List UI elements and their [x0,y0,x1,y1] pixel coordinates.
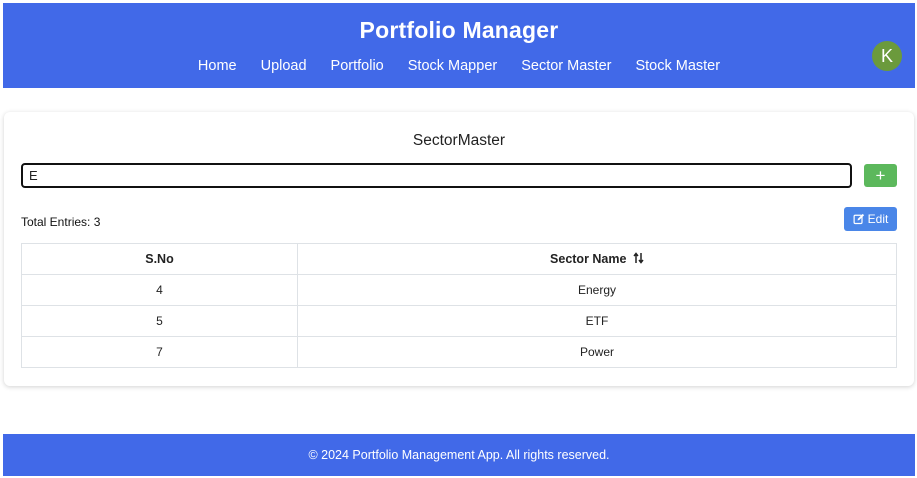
card-title: SectorMaster [412,132,506,149]
add-sector-button[interactable]: + [864,164,897,187]
cell-sno: 4 [21,274,298,306]
cell-sno: 7 [21,336,298,368]
column-header-sector-name-label: Sector Name [550,252,627,266]
sort-icon[interactable] [633,252,644,264]
nav-stock-mapper[interactable]: Stock Mapper [396,58,509,74]
table-row: 5 ETF [21,305,897,337]
cell-sector-name: ETF [297,305,897,337]
edit-button-label: Edit [867,212,889,226]
cell-sector-name: Power [297,336,897,368]
footer-text: © 2024 Portfolio Management App. All rig… [308,448,610,462]
table-header-row: S.No Sector Name [21,243,897,275]
main-nav: Home Upload Portfolio Stock Mapper Secto… [3,58,915,74]
nav-portfolio[interactable]: Portfolio [319,58,396,74]
user-avatar[interactable]: K [872,41,902,71]
sector-master-card: SectorMaster + Total Entries: 3 Edit S.N… [4,112,914,386]
page: Portfolio Manager Home Upload Portfolio … [0,0,917,478]
total-entries: Total Entries: 3 [21,215,101,229]
nav-upload[interactable]: Upload [249,58,319,74]
nav-sector-master[interactable]: Sector Master [509,58,623,74]
column-header-sno: S.No [21,243,298,275]
table-row: 7 Power [21,336,897,368]
app-title: Portfolio Manager [359,17,559,43]
app-footer: © 2024 Portfolio Management App. All rig… [3,434,915,476]
nav-home[interactable]: Home [186,58,249,74]
table-row: 4 Energy [21,274,897,306]
cell-sno: 5 [21,305,298,337]
cell-sector-name: Energy [297,274,897,306]
sector-input[interactable] [21,163,852,188]
sector-table: S.No Sector Name 4 Energy 5 ETF 7 Power [21,243,897,368]
nav-stock-master[interactable]: Stock Master [623,58,732,74]
app-header: Portfolio Manager Home Upload Portfolio … [3,3,915,88]
column-header-sector-name[interactable]: Sector Name [297,243,897,275]
column-header-sno-label: S.No [145,252,174,266]
edit-icon [853,213,864,225]
edit-button[interactable]: Edit [844,207,897,231]
